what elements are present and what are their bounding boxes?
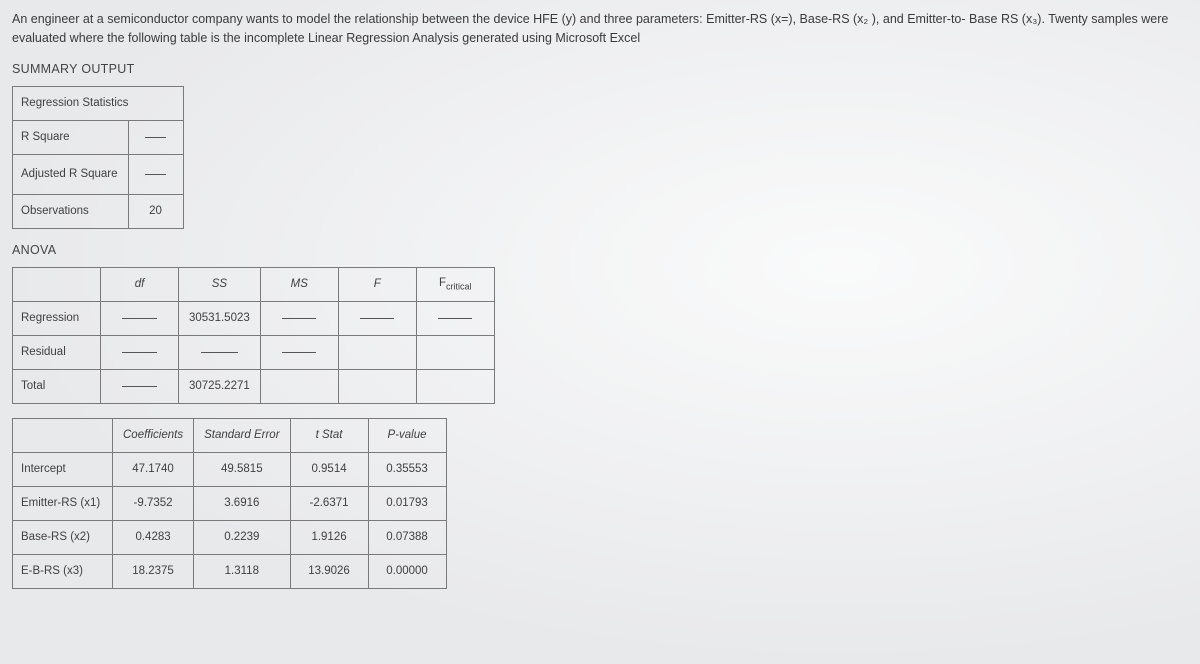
coef-header-blank — [13, 418, 113, 452]
summary-output-title: SUMMARY OUTPUT — [12, 62, 1188, 76]
anova-cell — [338, 335, 416, 369]
anova-cell — [179, 335, 261, 369]
anova-header-f: F — [338, 267, 416, 301]
coef-cell: 1.3118 — [194, 554, 290, 588]
coef-header: t Stat — [290, 418, 368, 452]
coef-row-label: E-B-RS (x3) — [13, 554, 113, 588]
coef-header: P-value — [368, 418, 446, 452]
coef-cell: 49.5815 — [194, 452, 290, 486]
stats-header: Regression Statistics — [13, 86, 184, 120]
anova-header-fcrit: Fcritical — [416, 267, 494, 301]
problem-statement: An engineer at a semiconductor company w… — [12, 10, 1182, 48]
coef-cell: 0.9514 — [290, 452, 368, 486]
coef-cell: 0.2239 — [194, 520, 290, 554]
coef-header: Standard Error — [194, 418, 290, 452]
coef-cell: 0.35553 — [368, 452, 446, 486]
anova-title: ANOVA — [12, 243, 1188, 257]
anova-row-label: Total — [13, 369, 101, 403]
coef-row-label: Intercept — [13, 452, 113, 486]
anova-cell: 30531.5023 — [179, 301, 261, 335]
anova-cell — [260, 369, 338, 403]
anova-cell — [101, 301, 179, 335]
coef-cell: 1.9126 — [290, 520, 368, 554]
anova-cell — [416, 335, 494, 369]
coef-cell: 47.1740 — [113, 452, 194, 486]
coef-cell: 0.07388 — [368, 520, 446, 554]
coef-header: Coefficients — [113, 418, 194, 452]
anova-cell — [338, 369, 416, 403]
regression-statistics-table: Regression Statistics R Square Adjusted … — [12, 86, 184, 229]
anova-header-ss: SS — [179, 267, 261, 301]
anova-cell — [101, 369, 179, 403]
coef-cell: 0.4283 — [113, 520, 194, 554]
coef-cell: 3.6916 — [194, 486, 290, 520]
coef-cell: 0.00000 — [368, 554, 446, 588]
anova-header-ms: MS — [260, 267, 338, 301]
coef-cell: 13.9026 — [290, 554, 368, 588]
anova-cell — [260, 301, 338, 335]
anova-cell — [416, 369, 494, 403]
stats-row-value: 20 — [128, 194, 183, 228]
coef-row-label: Base-RS (x2) — [13, 520, 113, 554]
coef-cell: 18.2375 — [113, 554, 194, 588]
stats-row-value — [128, 154, 183, 194]
anova-cell: 30725.2271 — [179, 369, 261, 403]
coef-cell: -2.6371 — [290, 486, 368, 520]
stats-row-value — [128, 120, 183, 154]
anova-cell — [101, 335, 179, 369]
anova-cell — [416, 301, 494, 335]
anova-cell — [338, 301, 416, 335]
anova-cell — [260, 335, 338, 369]
anova-header-df: df — [101, 267, 179, 301]
anova-row-label: Regression — [13, 301, 101, 335]
coef-cell: 0.01793 — [368, 486, 446, 520]
anova-row-label: Residual — [13, 335, 101, 369]
coefficients-table: Coefficients Standard Error t Stat P-val… — [12, 418, 447, 589]
anova-header-blank — [13, 267, 101, 301]
anova-table: df SS MS F Fcritical Regression 30531.50… — [12, 267, 495, 404]
stats-row-label: R Square — [13, 120, 129, 154]
stats-row-label: Adjusted R Square — [13, 154, 129, 194]
coef-cell: -9.7352 — [113, 486, 194, 520]
coef-row-label: Emitter-RS (x1) — [13, 486, 113, 520]
stats-row-label: Observations — [13, 194, 129, 228]
